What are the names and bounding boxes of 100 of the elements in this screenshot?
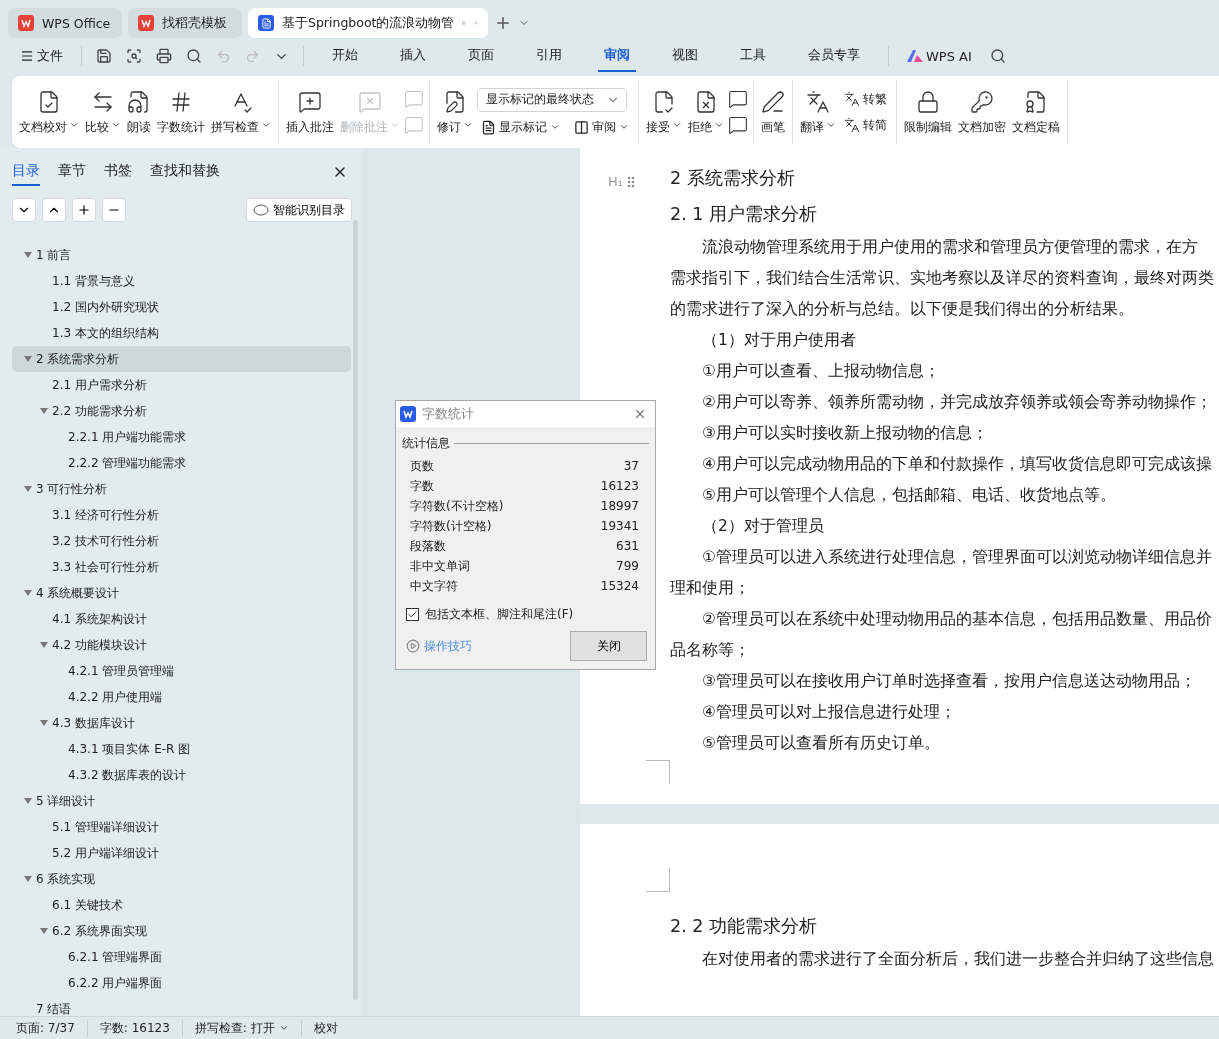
toc-item[interactable]: 2.2.2 管理端功能需求 xyxy=(12,450,351,476)
collapse-triangle-icon[interactable] xyxy=(24,485,32,493)
toc-item[interactable]: 6.2.1 管理端界面 xyxy=(12,944,351,970)
toc-item[interactable]: 6 系统实现 xyxy=(12,866,351,892)
toc-item[interactable]: 1.3 本文的组织结构 xyxy=(12,320,351,346)
toc-item[interactable]: 3.3 社会可行性分析 xyxy=(12,554,351,580)
toc-item[interactable]: 3.2 技术可行性分析 xyxy=(12,528,351,554)
toc-item[interactable]: 6.1 关键技术 xyxy=(12,892,351,918)
search-icon[interactable] xyxy=(126,48,142,64)
ribbon-button[interactable]: 比较 xyxy=(83,85,123,139)
status-item[interactable]: 校对 xyxy=(301,1019,350,1037)
toc-item[interactable]: 7 结语 xyxy=(12,996,351,1016)
toc-item[interactable]: 5 详细设计 xyxy=(12,788,351,814)
app-tab[interactable]: WPS Office xyxy=(8,8,122,38)
toc-item[interactable]: 4.3.1 项目实体 E-R 图 xyxy=(12,736,351,762)
ribbon-button[interactable]: 朗读 xyxy=(125,85,153,139)
menu-tab[interactable]: 视图 xyxy=(666,40,704,72)
toc-item[interactable]: 5.1 管理端详细设计 xyxy=(12,814,351,840)
collapse-triangle-icon[interactable] xyxy=(40,927,48,935)
toc-item[interactable]: 4.2 功能模块设计 xyxy=(12,632,351,658)
ribbon-button[interactable]: 转繁 xyxy=(840,89,891,109)
paragraph-line: ①用户可以查看、上报动物信息； xyxy=(701,361,941,382)
collapse-triangle-icon[interactable] xyxy=(24,875,32,883)
collapse-button[interactable] xyxy=(42,198,66,222)
toc-item[interactable]: 5.2 用户端详细设计 xyxy=(12,840,351,866)
save-icon[interactable] xyxy=(96,48,112,64)
toc-item[interactable]: 2.2.1 用户端功能需求 xyxy=(12,424,351,450)
status-item[interactable]: 拼写检查: 打开 xyxy=(182,1019,302,1037)
ribbon-button[interactable]: 文档校对 xyxy=(17,85,81,139)
checkbox[interactable] xyxy=(406,608,419,621)
add-button[interactable] xyxy=(72,198,96,222)
menu-tab[interactable]: 插入 xyxy=(394,40,432,72)
file-menu[interactable]: 文件 xyxy=(16,45,67,67)
menu-tab[interactable]: 审阅 xyxy=(598,40,636,72)
toc-item[interactable]: 4.1 系统架构设计 xyxy=(12,606,351,632)
next-comment-icon[interactable] xyxy=(728,115,748,135)
toc-item[interactable]: 1.2 国内外研究现状 xyxy=(12,294,351,320)
ribbon-button[interactable]: 显示标记 xyxy=(477,117,564,137)
scrollbar[interactable] xyxy=(353,220,358,1000)
collapse-triangle-icon[interactable] xyxy=(40,719,48,727)
app-tab[interactable]: 找稻壳模板 xyxy=(128,8,242,38)
menu-tab[interactable]: 引用 xyxy=(530,40,568,72)
new-tab-icon[interactable] xyxy=(494,14,512,32)
remove-button[interactable] xyxy=(102,198,126,222)
toc-item[interactable]: 1.1 背景与意义 xyxy=(12,268,351,294)
toc-item[interactable]: 4.3 数据库设计 xyxy=(12,710,351,736)
collapse-triangle-icon[interactable] xyxy=(24,355,32,363)
panel-tab[interactable]: 查找和替换 xyxy=(150,158,220,186)
ribbon-button[interactable]: 拼写检查 xyxy=(209,85,273,139)
previous-comment-icon[interactable] xyxy=(728,89,748,109)
panel-tab[interactable]: 目录 xyxy=(12,158,40,186)
ribbon-button[interactable]: 拒绝 xyxy=(686,85,726,139)
preview-icon[interactable] xyxy=(186,48,202,64)
menu-tab[interactable]: 页面 xyxy=(462,40,500,72)
status-item[interactable]: 字数: 16123 xyxy=(87,1019,183,1037)
ribbon-button[interactable]: 限制编辑 xyxy=(902,85,954,139)
toc-item[interactable]: 2 系统需求分析 xyxy=(12,346,351,372)
ribbon-button[interactable]: 修订 xyxy=(435,85,475,139)
menu-tab[interactable]: 工具 xyxy=(734,40,772,72)
toc-item[interactable]: 4.2.1 管理员管理端 xyxy=(12,658,351,684)
menu-tab[interactable]: 会员专享 xyxy=(802,40,866,72)
toc-item[interactable]: 4.3.2 数据库表的设计 xyxy=(12,762,351,788)
print-icon[interactable] xyxy=(156,48,172,64)
collapse-triangle-icon[interactable] xyxy=(24,797,32,805)
ribbon-button[interactable]: 转简 xyxy=(840,115,891,135)
drag-handle-icon[interactable] xyxy=(627,175,635,188)
toc-item[interactable]: 3.1 经济可行性分析 xyxy=(12,502,351,528)
collapse-triangle-icon[interactable] xyxy=(40,641,48,649)
toc-item[interactable]: 2.1 用户需求分析 xyxy=(12,372,351,398)
ribbon-icon xyxy=(443,89,467,114)
panel-tab[interactable]: 书签 xyxy=(104,158,132,186)
collapse-triangle-icon[interactable] xyxy=(24,251,32,259)
toc-item[interactable]: 2.2 功能需求分析 xyxy=(12,398,351,424)
close-button[interactable]: 关闭 xyxy=(570,631,647,661)
menu-tab[interactable]: 开始 xyxy=(326,40,364,72)
ribbon-button[interactable]: 字数统计 xyxy=(155,85,207,139)
toc-item[interactable]: 6.2 系统界面实现 xyxy=(12,918,351,944)
ai-button[interactable]: WPS AI xyxy=(903,46,976,66)
expand-button[interactable] xyxy=(12,198,36,222)
collapse-triangle-icon[interactable] xyxy=(40,407,48,415)
ribbon-button[interactable]: 画笔 xyxy=(759,85,787,139)
ribbon-button[interactable]: 文档定稿 xyxy=(1010,85,1062,139)
ribbon-button[interactable]: 翻译 xyxy=(798,85,838,139)
status-item[interactable]: 页面: 7/37 xyxy=(16,1019,88,1037)
panel-tab[interactable]: 章节 xyxy=(58,158,86,186)
ribbon-button[interactable]: 插入批注 xyxy=(284,85,336,139)
paragraph-line: ①管理员可以进入系统进行处理信息，管理界面可以浏览动物详细信息并 xyxy=(701,547,1213,568)
search-icon[interactable] xyxy=(989,48,1006,64)
collapse-triangle-icon[interactable] xyxy=(24,589,32,597)
ribbon-button[interactable]: 审阅 xyxy=(570,117,633,137)
toc-item[interactable]: 1 前言 xyxy=(12,242,351,268)
ribbon-button[interactable]: 接受 xyxy=(644,85,684,139)
toc-item[interactable]: 6.2.2 用户端界面 xyxy=(12,970,351,996)
ribbon-button[interactable]: 文档加密 xyxy=(956,85,1008,139)
toc-item[interactable]: 3 可行性分析 xyxy=(12,476,351,502)
toc-item[interactable]: 4 系统概要设计 xyxy=(12,580,351,606)
toc-item[interactable]: 4.2.2 用户使用端 xyxy=(12,684,351,710)
caret-icon xyxy=(278,1023,289,1033)
smart-toc-button[interactable]: 智能识别目录 xyxy=(246,198,352,222)
markup-select[interactable]: 显示标记的最终状态 xyxy=(477,87,627,112)
